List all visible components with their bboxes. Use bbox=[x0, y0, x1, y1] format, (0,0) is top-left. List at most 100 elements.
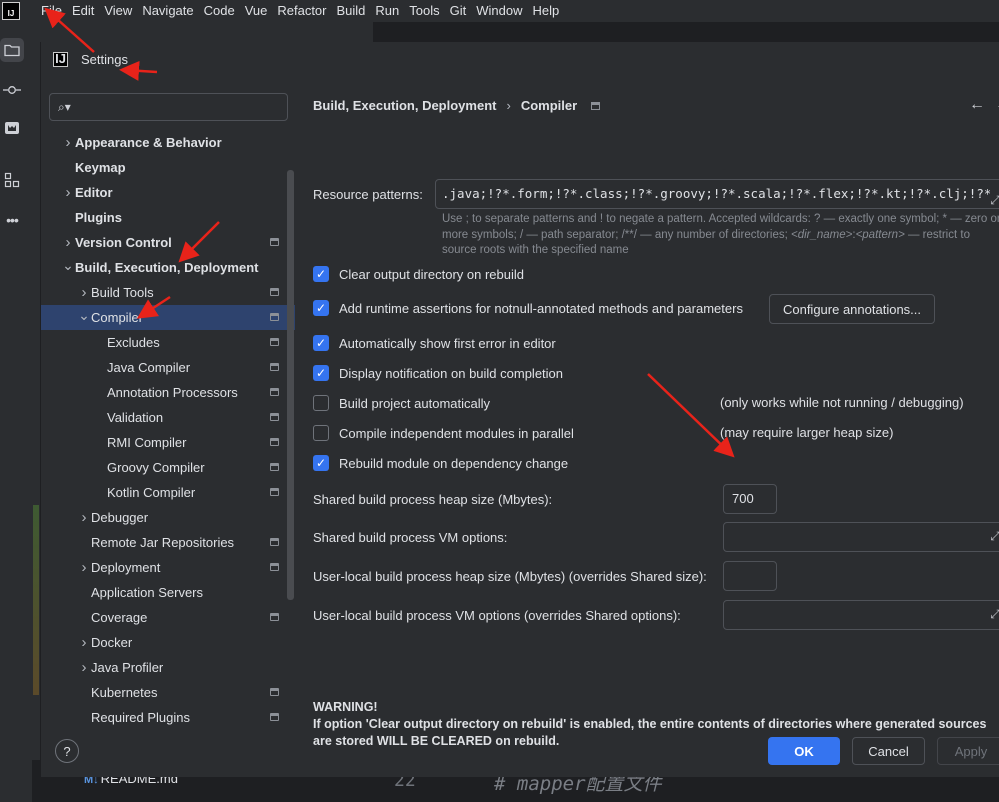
tree-item[interactable]: Groovy Compiler bbox=[41, 455, 295, 480]
option-row[interactable]: ✓ Add runtime assertions for notnull-anno… bbox=[313, 298, 743, 318]
project-scope-icon bbox=[270, 363, 279, 371]
checkbox-checked[interactable]: ✓ bbox=[313, 266, 329, 282]
warning-title: WARNING! bbox=[313, 700, 378, 714]
tree-item[interactable]: › Debugger bbox=[41, 505, 295, 530]
menu-help[interactable]: Help bbox=[528, 0, 565, 22]
configure-annotations-button[interactable]: Configure annotations... bbox=[769, 294, 935, 324]
option-row[interactable]: ✓ Clear output directory on rebuild bbox=[313, 264, 524, 284]
menu-view[interactable]: View bbox=[99, 0, 137, 22]
project-scope-icon bbox=[270, 413, 279, 421]
tree-item[interactable]: Kubernetes bbox=[41, 680, 295, 705]
tree-item[interactable]: › Java Profiler bbox=[41, 655, 295, 680]
menu-refactor[interactable]: Refactor bbox=[272, 0, 331, 22]
option-row[interactable]: ✓ Automatically show first error in edito… bbox=[313, 333, 556, 353]
checkbox-unchecked[interactable] bbox=[313, 395, 329, 411]
menu-vue[interactable]: Vue bbox=[240, 0, 273, 22]
project-scope-icon bbox=[270, 438, 279, 446]
menu-window[interactable]: Window bbox=[471, 0, 527, 22]
local-vm-options-input[interactable]: ⤢ bbox=[723, 600, 999, 630]
tree-item[interactable]: › Appearance & Behavior bbox=[41, 130, 295, 155]
menu-code[interactable]: Code bbox=[199, 0, 240, 22]
tree-item-label: Kubernetes bbox=[91, 685, 158, 700]
tree-item-label: Plugins bbox=[75, 210, 122, 225]
breadcrumb-parent[interactable]: Build, Execution, Deployment bbox=[313, 98, 496, 113]
back-arrow-icon[interactable]: ← bbox=[969, 96, 985, 114]
tree-item[interactable]: Required Plugins bbox=[41, 705, 295, 730]
breadcrumb: Build, Execution, Deployment › Compiler bbox=[313, 98, 601, 113]
git-cat-icon[interactable] bbox=[0, 116, 24, 140]
checkbox-unchecked[interactable] bbox=[313, 425, 329, 441]
menu-file[interactable]: File bbox=[36, 0, 67, 22]
chevron-right-icon[interactable]: › bbox=[78, 634, 90, 651]
menu-run[interactable]: Run bbox=[370, 0, 404, 22]
chevron-right-icon[interactable]: › bbox=[78, 659, 90, 676]
menu-tools[interactable]: Tools bbox=[404, 0, 444, 22]
expand-icon[interactable]: ⤢ bbox=[990, 186, 999, 208]
option-row[interactable]: ✓ Rebuild module on dependency change bbox=[313, 453, 568, 473]
menu-git[interactable]: Git bbox=[445, 0, 472, 22]
tree-item[interactable]: Plugins bbox=[41, 205, 295, 230]
tree-item[interactable]: › Docker bbox=[41, 630, 295, 655]
menu-navigate[interactable]: Navigate bbox=[137, 0, 198, 22]
tree-item[interactable]: › Deployment bbox=[41, 555, 295, 580]
vm-options-input[interactable]: ⤢ bbox=[723, 522, 999, 552]
tree-item[interactable]: RMI Compiler bbox=[41, 430, 295, 455]
expand-icon[interactable]: ⤢ bbox=[990, 529, 999, 544]
tree-item[interactable]: Coverage bbox=[41, 605, 295, 630]
tree-item[interactable]: Annotation Processors bbox=[41, 380, 295, 405]
more-icon[interactable]: ••• bbox=[0, 208, 24, 232]
menu-edit[interactable]: Edit bbox=[67, 0, 99, 22]
chevron-right-icon[interactable]: › bbox=[62, 134, 74, 151]
heap-size-input[interactable]: 700 bbox=[723, 484, 777, 514]
checkbox-checked[interactable]: ✓ bbox=[313, 300, 329, 316]
tree-item[interactable]: Validation bbox=[41, 405, 295, 430]
tree-item[interactable]: Keymap bbox=[41, 155, 295, 180]
ok-button[interactable]: OK bbox=[768, 737, 840, 765]
resource-patterns-hint: Use ; to separate patterns and ! to nega… bbox=[442, 213, 999, 256]
chevron-right-icon[interactable]: › bbox=[78, 559, 90, 576]
tree-item[interactable]: › Version Control bbox=[41, 230, 295, 255]
resource-patterns-input[interactable]: .java;!?*.form;!?*.class;!?*.groovy;!?*.… bbox=[435, 179, 999, 209]
chevron-right-icon[interactable]: › bbox=[62, 184, 74, 201]
menu-build[interactable]: Build bbox=[332, 0, 371, 22]
checkbox-checked[interactable]: ✓ bbox=[313, 365, 329, 381]
option-row[interactable]: Build project automatically bbox=[313, 393, 490, 413]
checkbox-checked[interactable]: ✓ bbox=[313, 335, 329, 351]
tree-item[interactable]: Remote Jar Repositories bbox=[41, 530, 295, 555]
dialog-title-bar: IJ Settings bbox=[53, 51, 128, 67]
tree-scrollbar[interactable] bbox=[287, 170, 294, 600]
tree-item[interactable]: Java Compiler bbox=[41, 355, 295, 380]
option-label: Compile independent modules in parallel bbox=[339, 425, 574, 441]
tree-item-label: Validation bbox=[107, 410, 164, 425]
tree-item[interactable]: Kotlin Compiler bbox=[41, 480, 295, 505]
tree-item[interactable]: Excludes bbox=[41, 330, 295, 355]
checkbox-checked[interactable]: ✓ bbox=[313, 455, 329, 471]
tree-item[interactable]: Application Servers bbox=[41, 580, 295, 605]
settings-search-input[interactable]: ⌕▾ bbox=[49, 93, 288, 121]
folder-icon[interactable] bbox=[0, 38, 24, 62]
help-button[interactable]: ? bbox=[55, 739, 79, 763]
cancel-button[interactable]: Cancel bbox=[852, 737, 925, 765]
option-row[interactable]: Compile independent modules in parallel bbox=[313, 423, 574, 443]
local-heap-input[interactable] bbox=[723, 561, 777, 591]
apply-button[interactable]: Apply bbox=[937, 737, 999, 765]
structure-icon[interactable] bbox=[0, 168, 24, 192]
tool-window-strip: ••• bbox=[0, 30, 26, 802]
tree-item[interactable]: › Build Tools bbox=[41, 280, 295, 305]
tree-item[interactable]: › Editor bbox=[41, 180, 295, 205]
tree-item[interactable]: ⌄ Build, Execution, Deployment bbox=[41, 255, 295, 280]
option-row[interactable]: ✓ Display notification on build completio… bbox=[313, 363, 563, 383]
expand-icon[interactable]: ⤢ bbox=[990, 607, 999, 622]
chevron-right-icon[interactable]: › bbox=[78, 284, 90, 301]
chevron-right-icon[interactable]: › bbox=[78, 509, 90, 526]
chevron-down-icon[interactable]: ⌄ bbox=[62, 257, 74, 274]
tree-item[interactable]: ⌄ Compiler bbox=[41, 305, 295, 330]
tree-item-label: Compiler bbox=[91, 310, 144, 325]
local-vm-label: User-local build process VM options (ove… bbox=[313, 608, 681, 623]
option-label: Display notification on build completion bbox=[339, 365, 564, 381]
forward-arrow-icon[interactable]: → bbox=[995, 96, 999, 114]
editor-gutter-marker bbox=[33, 505, 39, 695]
chevron-right-icon[interactable]: › bbox=[62, 234, 74, 251]
commit-icon[interactable] bbox=[0, 78, 24, 102]
chevron-down-icon[interactable]: ⌄ bbox=[78, 307, 90, 324]
